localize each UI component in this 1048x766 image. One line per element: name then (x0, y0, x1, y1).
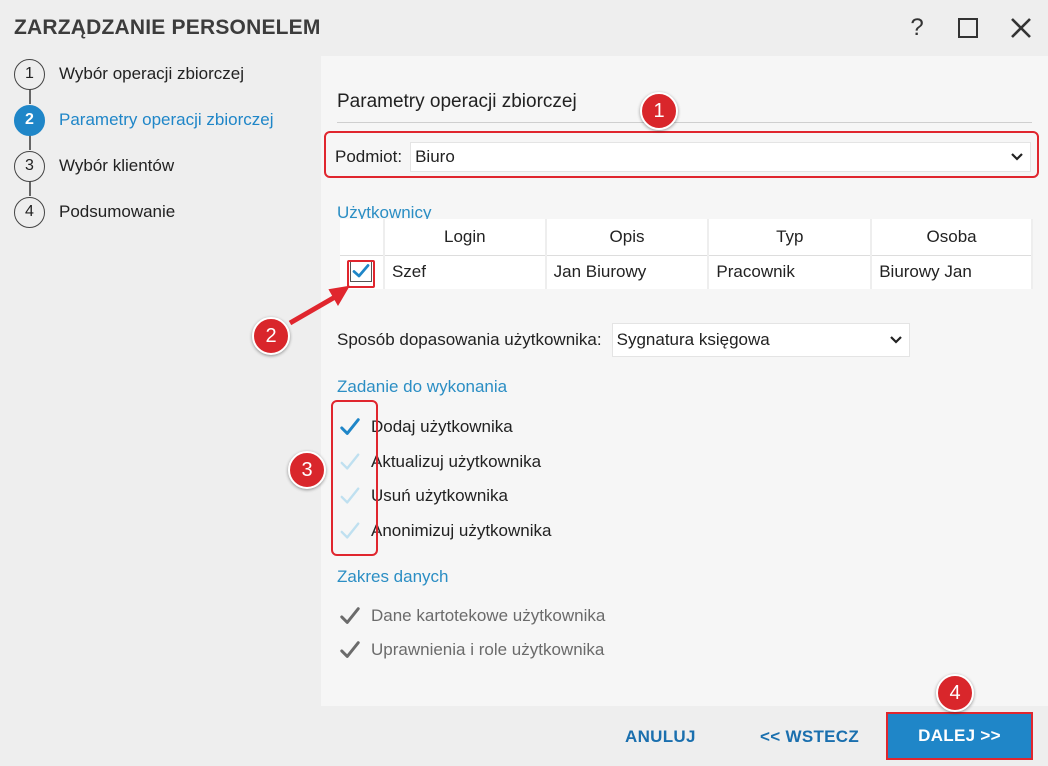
matching-label: Sposób dopasowania użytkownika: (337, 330, 602, 349)
checkmark-icon (353, 264, 370, 278)
checkmark-icon (340, 607, 360, 624)
section-divider (337, 122, 1032, 123)
matching-value: Sygnatura księgowa (616, 330, 770, 349)
task-checkbox[interactable] (339, 451, 361, 473)
annotation-badge-3: 3 (288, 451, 326, 489)
checkmark-icon (340, 522, 360, 539)
checkmark-icon (340, 418, 360, 435)
step-connector (29, 134, 31, 150)
task-delete-user[interactable]: Usuń użytkownika (339, 482, 508, 510)
step-connector (29, 180, 31, 196)
task-update-user[interactable]: Aktualizuj użytkownika (339, 448, 541, 476)
step-number: 3 (14, 150, 45, 182)
cell-typ: Pracownik (708, 255, 873, 289)
step-number: 1 (14, 58, 45, 90)
checkmark-icon (340, 453, 360, 470)
maximize-icon (958, 18, 978, 38)
close-icon (1011, 18, 1031, 38)
next-button[interactable]: DALEJ >> (886, 712, 1033, 760)
annotation-badge-1: 1 (640, 92, 678, 130)
scope-group-label: Zakres danych (337, 567, 449, 586)
row-checkbox[interactable] (350, 260, 373, 283)
table-header-row: Login Opis Typ Osoba (340, 219, 1033, 256)
cell-login: Szef (383, 255, 547, 289)
podmiot-select[interactable]: Biuro (410, 142, 1031, 172)
scope-label: Uprawnienia i role użytkownika (371, 640, 605, 659)
step-number: 2 (14, 104, 45, 136)
task-label: Anonimizuj użytkownika (371, 521, 552, 540)
table-row[interactable]: Szef Jan Biurowy Pracownik Biurowy Jan (340, 255, 1033, 289)
step-label: Podsumowanie (59, 202, 176, 221)
task-add-user[interactable]: Dodaj użytkownika (339, 413, 513, 441)
step-label: Parametry operacji zbiorczej (59, 110, 274, 129)
wizard-steps: 1 Wybór operacji zbiorczej 2 Parametry o… (0, 56, 320, 706)
title-bar: ZARZĄDZANIE PERSONELEM ? (0, 0, 1048, 56)
close-button[interactable] (1003, 10, 1039, 46)
maximize-button[interactable] (950, 10, 986, 46)
task-checkbox[interactable] (339, 416, 361, 438)
scope-permissions: Uprawnienia i role użytkownika (339, 636, 604, 664)
task-label: Usuń użytkownika (371, 486, 509, 505)
task-checkbox[interactable] (339, 485, 361, 507)
annotation-badge-2: 2 (252, 317, 290, 355)
scope-checkbox (339, 605, 361, 627)
cell-osoba: Biurowy Jan (871, 255, 1033, 289)
scope-checkbox (339, 639, 361, 661)
task-checkbox[interactable] (339, 520, 361, 542)
users-table: Login Opis Typ Osoba Szef Jan Biurowy Pr… (340, 219, 1033, 289)
step-label: Wybór klientów (59, 156, 175, 175)
task-anonymize-user[interactable]: Anonimizuj użytkownika (339, 517, 551, 545)
annotation-badge-4: 4 (936, 674, 974, 712)
column-header-login[interactable]: Login (383, 219, 547, 256)
matching-row: Sposób dopasowania użytkownika: Sygnatur… (337, 323, 910, 357)
cancel-button[interactable]: ANULUJ (625, 727, 696, 747)
task-group-label: Zadanie do wykonania (337, 377, 508, 396)
task-label: Dodaj użytkownika (371, 417, 513, 436)
help-button[interactable]: ? (899, 10, 935, 46)
podmiot-row: Podmiot: Biuro (335, 142, 1031, 172)
cell-opis: Jan Biurowy (545, 255, 710, 289)
step-2[interactable]: 2 Parametry operacji zbiorczej (14, 104, 273, 136)
task-label: Aktualizuj użytkownika (371, 452, 542, 471)
column-header-osoba[interactable]: Osoba (871, 219, 1033, 256)
back-button[interactable]: << WSTECZ (760, 727, 859, 747)
header-checkbox-column (340, 219, 385, 256)
column-header-opis[interactable]: Opis (545, 219, 710, 256)
help-icon: ? (910, 14, 924, 41)
step-1[interactable]: 1 Wybór operacji zbiorczej (14, 58, 244, 90)
chevron-down-icon (1011, 153, 1023, 161)
window-title: ZARZĄDZANIE PERSONELEM (14, 16, 321, 39)
scope-card-data: Dane kartotekowe użytkownika (339, 602, 605, 630)
section-title: Parametry operacji zbiorczej (337, 91, 577, 112)
podmiot-label: Podmiot: (335, 147, 403, 166)
main-panel: Parametry operacji zbiorczej Podmiot: Bi… (321, 56, 1048, 706)
matching-select[interactable]: Sygnatura księgowa (611, 323, 910, 357)
step-label: Wybór operacji zbiorczej (59, 64, 245, 83)
scope-label: Dane kartotekowe użytkownika (371, 606, 606, 625)
step-4[interactable]: 4 Podsumowanie (14, 196, 175, 228)
step-number: 4 (14, 196, 45, 228)
podmiot-value: Biuro (415, 147, 455, 166)
checkmark-icon (340, 641, 360, 658)
column-header-typ[interactable]: Typ (708, 219, 873, 256)
step-3[interactable]: 3 Wybór klientów (14, 150, 174, 182)
checkmark-icon (340, 487, 360, 504)
row-checkbox-cell (340, 255, 385, 289)
chevron-down-icon (889, 336, 902, 344)
